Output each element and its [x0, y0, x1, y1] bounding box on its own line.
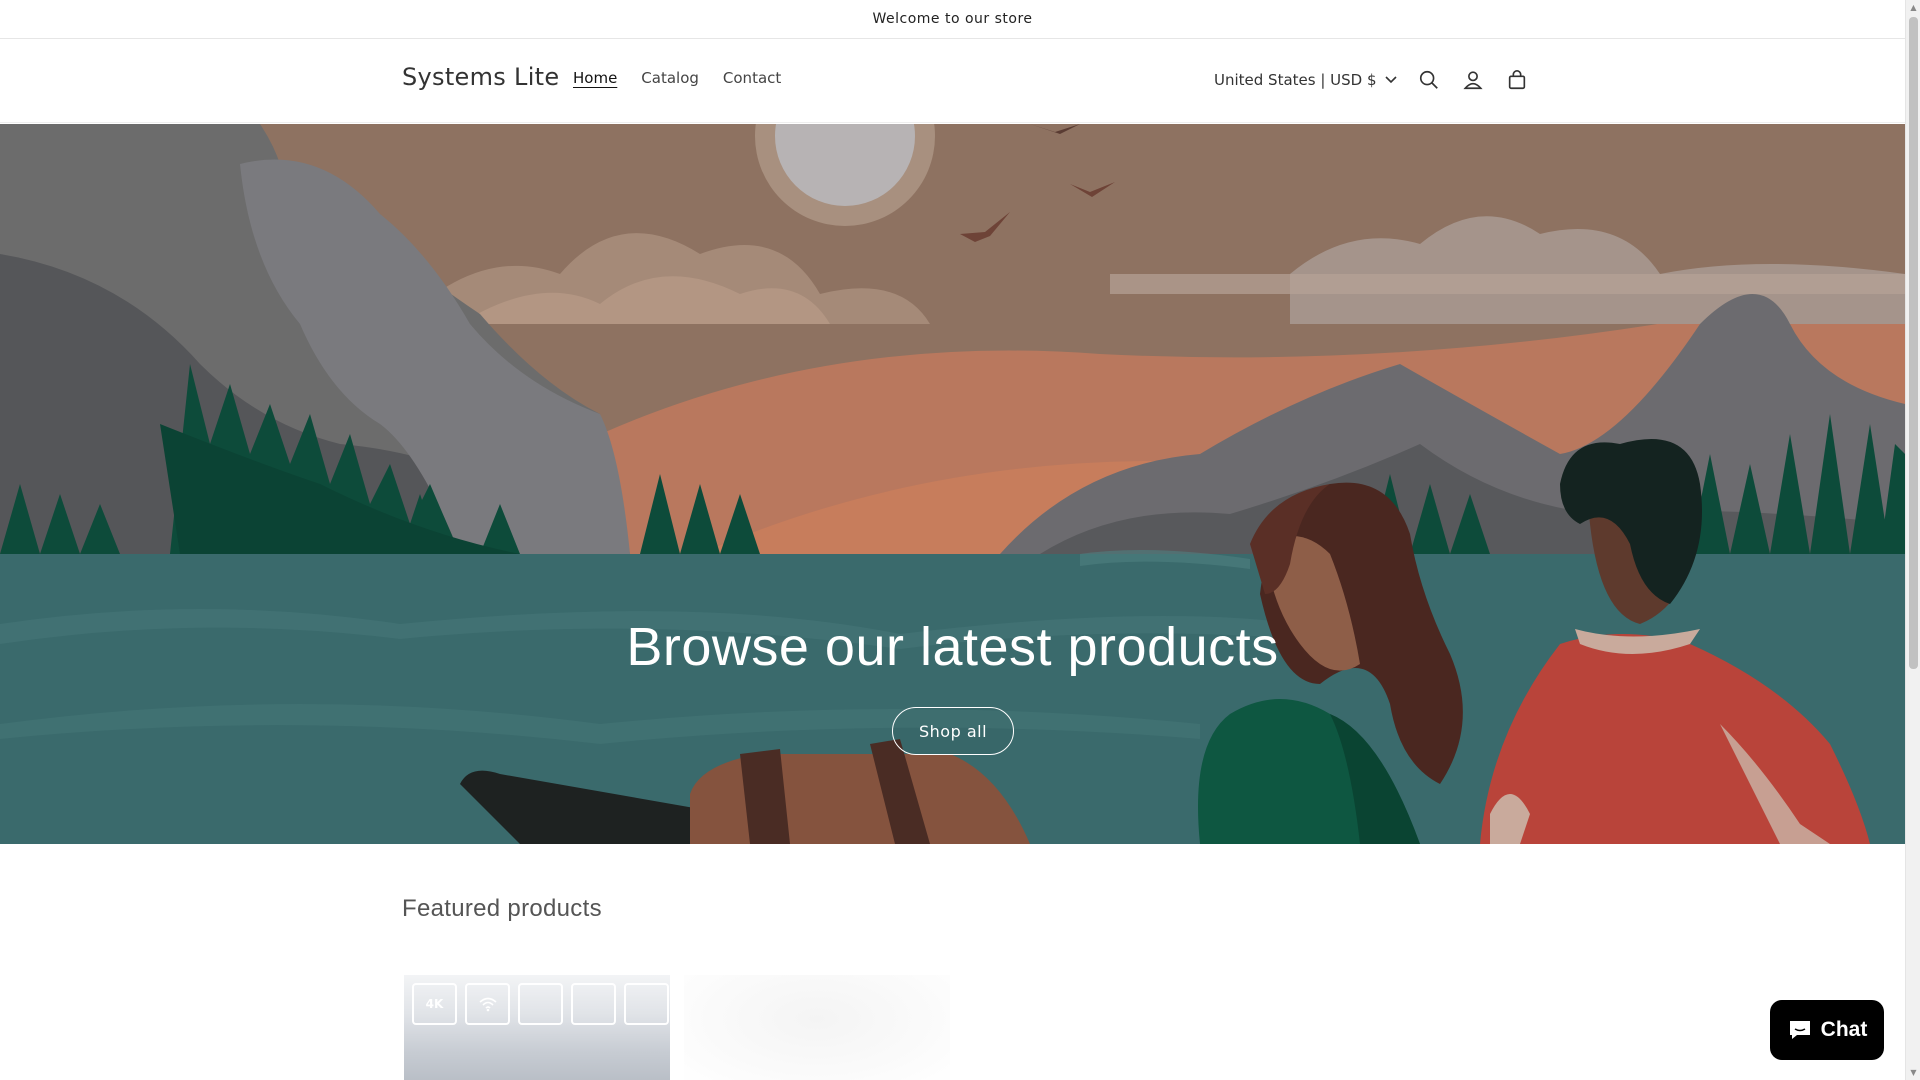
announcement-text: Welcome to our store	[872, 11, 1033, 27]
4k-badge: 4K	[412, 983, 457, 1025]
wifi-icon	[465, 983, 510, 1025]
search-icon[interactable]	[1407, 58, 1451, 102]
product-card[interactable]	[684, 975, 950, 1080]
country-currency-selector[interactable]: United States | USD $	[1204, 61, 1407, 99]
scroll-down-arrow-icon[interactable]: ▼	[1906, 1065, 1920, 1080]
product-card[interactable]: 4K	[404, 975, 670, 1080]
page-scrollbar[interactable]: ▲ ▼	[1905, 0, 1920, 1080]
chevron-down-icon	[1384, 76, 1397, 84]
chat-button[interactable]: Chat	[1770, 1000, 1884, 1060]
nav-contact[interactable]: Contact	[711, 69, 793, 87]
store-logo[interactable]: Systems Lite	[402, 63, 559, 91]
nav-catalog[interactable]: Catalog	[629, 69, 711, 87]
chat-icon	[1789, 1021, 1810, 1039]
country-selector-label: United States | USD $	[1214, 71, 1377, 89]
chat-label: Chat	[1820, 1018, 1868, 1041]
product-grid: 4K	[404, 975, 950, 1080]
feature-icon	[518, 983, 563, 1025]
nav-home[interactable]: Home	[561, 69, 629, 87]
cart-icon[interactable]	[1495, 58, 1539, 102]
featured-products-title: Featured products	[402, 895, 602, 922]
scroll-up-arrow-icon[interactable]: ▲	[1906, 0, 1920, 15]
site-header: Systems Lite Home Catalog Contact United…	[0, 39, 1905, 123]
announcement-bar: Welcome to our store	[0, 0, 1905, 39]
header-actions: United States | USD $	[1204, 61, 1539, 99]
scrollbar-thumb[interactable]	[1909, 17, 1918, 669]
main-nav: Home Catalog Contact	[561, 69, 793, 87]
product-feature-badges: 4K	[412, 983, 669, 1025]
shop-all-button[interactable]: Shop all	[892, 707, 1014, 755]
feature-icon	[571, 983, 616, 1025]
hero-banner: Browse our latest products Shop all	[0, 124, 1905, 844]
hero-title: Browse our latest products	[626, 617, 1279, 677]
page: Welcome to our store Systems Lite Home C…	[0, 0, 1905, 1080]
account-icon[interactable]	[1451, 58, 1495, 102]
feature-icon	[624, 983, 669, 1025]
